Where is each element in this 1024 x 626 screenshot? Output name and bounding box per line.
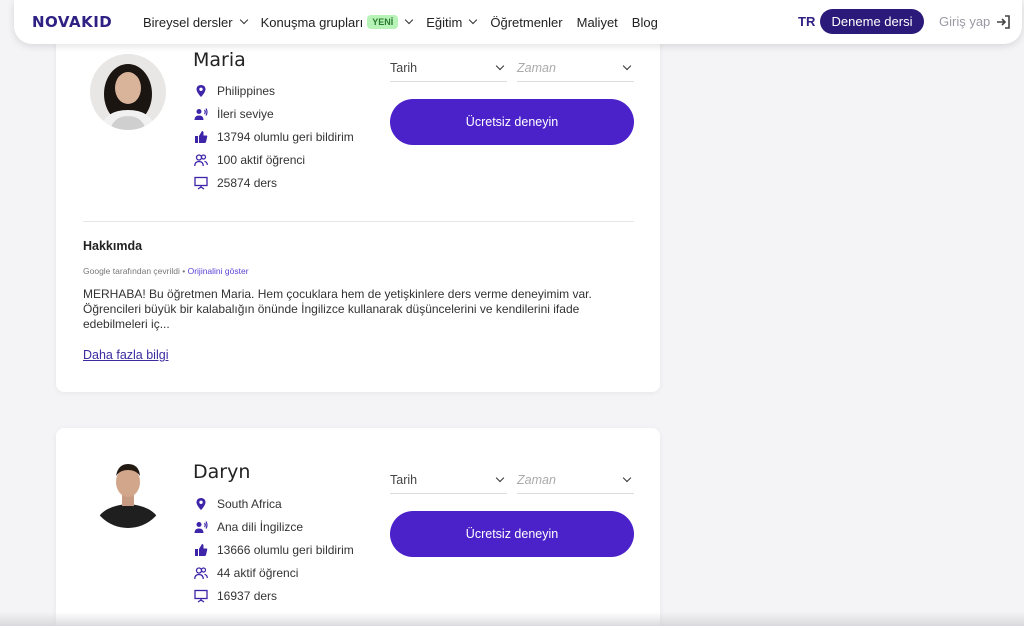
novakid-logo[interactable]: NOVAKID bbox=[32, 13, 112, 31]
fact-text: 16937 ders bbox=[217, 588, 278, 603]
nav-individual-lessons[interactable]: Bireysel dersler bbox=[143, 14, 248, 30]
fact-text: Philippines bbox=[217, 83, 276, 98]
location-pin-icon bbox=[196, 84, 206, 97]
avatar-image bbox=[90, 54, 166, 130]
select-value: Tarih bbox=[390, 61, 418, 75]
nav-label: Blog bbox=[631, 14, 658, 30]
more-info-link[interactable]: Daha fazla bilgi bbox=[83, 348, 168, 362]
speaker-icon bbox=[194, 520, 208, 533]
login-link[interactable]: Giriş yap bbox=[939, 14, 1011, 29]
about-title: Hakkımda bbox=[83, 239, 143, 253]
nav-label: Konuşma grupları bbox=[260, 14, 364, 30]
main-nav: Bireysel dersler Konuşma grupları YENİ E… bbox=[143, 0, 672, 44]
chevron-down-icon bbox=[239, 15, 248, 25]
teacher-facts: South Africa Ana dili İngilizce 13666 ol… bbox=[194, 492, 354, 607]
trial-lesson-button[interactable]: Deneme dersi bbox=[820, 9, 924, 34]
fact-text: 13666 olumlu geri bildirim bbox=[217, 542, 354, 557]
teacher-avatar[interactable] bbox=[90, 54, 166, 130]
fact-text: 44 aktif öğrenci bbox=[217, 565, 299, 580]
users-icon bbox=[194, 566, 208, 579]
fact-text: Ana dili İngilizce bbox=[217, 519, 304, 534]
select-value: Zaman bbox=[517, 473, 556, 487]
translated-by: Google tarafından çevrildi bbox=[83, 266, 180, 276]
fact-lessons: 16937 ders bbox=[194, 584, 354, 607]
fact-text: 13794 olumlu geri bildirim bbox=[217, 129, 354, 144]
fact-students: 44 aktif öğrenci bbox=[194, 561, 354, 584]
chevron-down-icon bbox=[469, 15, 478, 25]
fact-country: South Africa bbox=[194, 492, 354, 515]
teacher-card: Maria Philippines İleri seviye 13794 olu… bbox=[56, 30, 660, 392]
thumbs-up-icon bbox=[195, 543, 208, 556]
presentation-board-icon bbox=[194, 176, 208, 190]
fact-country: Philippines bbox=[194, 79, 354, 102]
fact-level: İleri seviye bbox=[194, 102, 354, 125]
divider bbox=[83, 221, 634, 222]
users-icon bbox=[194, 153, 208, 166]
free-trial-button[interactable]: Ücretsiz deneyin bbox=[390, 511, 634, 557]
login-arrow-icon bbox=[997, 14, 1011, 29]
fact-feedback: 13666 olumlu geri bildirim bbox=[194, 538, 354, 561]
new-badge: YENİ bbox=[367, 15, 399, 29]
fact-level: Ana dili İngilizce bbox=[194, 515, 354, 538]
chevron-down-icon bbox=[622, 473, 632, 483]
fact-text: South Africa bbox=[217, 496, 282, 511]
login-label: Giriş yap bbox=[939, 14, 991, 29]
nav-label: Maliyet bbox=[576, 14, 618, 30]
fact-lessons: 25874 ders bbox=[194, 171, 354, 194]
nav-blog[interactable]: Blog bbox=[632, 15, 658, 30]
chevron-down-icon bbox=[404, 15, 414, 25]
top-navbar: NOVAKID Bireysel dersler Konuşma gruplar… bbox=[14, 0, 1022, 44]
nav-teachers[interactable]: Öğretmenler bbox=[490, 15, 562, 30]
about-text: MERHABA! Bu öğretmen Maria. Hem çocuklar… bbox=[83, 287, 592, 331]
presentation-board-icon bbox=[194, 589, 208, 603]
teacher-card: Daryn South Africa Ana dili İngilizce 13… bbox=[56, 428, 660, 626]
free-trial-button[interactable]: Ücretsiz deneyin bbox=[390, 99, 634, 145]
time-select[interactable]: Zaman bbox=[517, 467, 634, 494]
date-select[interactable]: Tarih bbox=[390, 467, 507, 494]
speaker-icon bbox=[194, 107, 208, 120]
nav-label: Eğitim bbox=[426, 14, 463, 30]
fact-text: İleri seviye bbox=[217, 106, 274, 121]
nav-pricing[interactable]: Maliyet bbox=[577, 15, 618, 30]
fact-students: 100 aktif öğrenci bbox=[194, 148, 354, 171]
bottom-shadow bbox=[0, 612, 1024, 626]
teacher-avatar[interactable] bbox=[90, 452, 166, 528]
avatar-image bbox=[90, 452, 166, 528]
select-value: Tarih bbox=[390, 473, 418, 487]
date-select[interactable]: Tarih bbox=[390, 55, 507, 82]
fact-text: 25874 ders bbox=[217, 175, 278, 190]
language-switcher[interactable]: TR bbox=[798, 14, 815, 29]
fact-feedback: 13794 olumlu geri bildirim bbox=[194, 125, 354, 148]
fact-text: 100 aktif öğrenci bbox=[217, 152, 306, 167]
nav-education[interactable]: Eğitim bbox=[426, 14, 478, 30]
show-original-link[interactable]: Orijinalini göster bbox=[188, 266, 249, 276]
chevron-down-icon bbox=[495, 473, 505, 483]
chevron-down-icon bbox=[622, 61, 632, 71]
translation-note: Google tarafından çevrildi • Orijinalini… bbox=[83, 266, 249, 276]
select-value: Zaman bbox=[517, 61, 556, 75]
nav-speaking-groups[interactable]: Konuşma grupları YENİ bbox=[260, 14, 414, 30]
time-select[interactable]: Zaman bbox=[517, 55, 634, 82]
thumbs-up-icon bbox=[195, 130, 208, 143]
nav-label: Bireysel dersler bbox=[143, 14, 233, 30]
teacher-name: Daryn bbox=[193, 461, 251, 483]
chevron-down-icon bbox=[495, 61, 505, 71]
teacher-name: Maria bbox=[193, 49, 246, 71]
nav-label: Öğretmenler bbox=[490, 14, 563, 30]
teacher-facts: Philippines İleri seviye 13794 olumlu ge… bbox=[194, 79, 354, 194]
location-pin-icon bbox=[196, 497, 206, 510]
